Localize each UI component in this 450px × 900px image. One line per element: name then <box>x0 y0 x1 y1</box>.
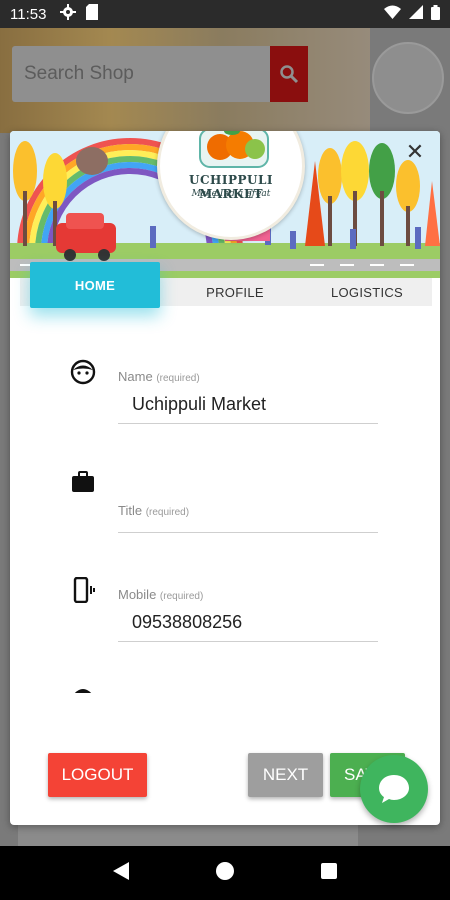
logo-tagline: Make India great <box>191 189 271 199</box>
status-bar: 11:53 <box>0 0 450 28</box>
tab-home[interactable]: HOME <box>30 262 160 308</box>
name-hint: (required) <box>156 373 200 384</box>
profile-dialog: ✕ UCHIPPULI MARKET Make India great PROF… <box>10 131 440 825</box>
mobile-underline <box>118 641 378 642</box>
mobile-input[interactable]: 09538808256 <box>132 612 242 633</box>
close-button[interactable]: ✕ <box>404 141 426 163</box>
background-search-button <box>270 46 308 102</box>
phone-icon <box>70 685 98 693</box>
background-search-input: Search Shop <box>12 46 308 102</box>
signal-icon <box>409 5 423 23</box>
tab-profile[interactable]: PROFILE <box>180 278 290 306</box>
settings-icon <box>60 4 77 24</box>
partial-field <box>70 685 380 693</box>
briefcase-icon <box>70 469 98 497</box>
phone-vibrate-icon <box>70 576 98 605</box>
back-icon[interactable] <box>112 861 130 886</box>
battery-icon <box>431 4 440 24</box>
status-time: 11:53 <box>10 5 47 23</box>
mobile-label: Mobile <box>118 587 157 602</box>
background-logo <box>372 42 444 114</box>
face-icon <box>70 359 98 387</box>
next-button[interactable]: NEXT <box>248 753 323 797</box>
navigation-bar <box>0 846 450 900</box>
home-icon[interactable] <box>215 861 235 886</box>
name-input[interactable]: Uchippuli Market <box>132 394 266 415</box>
search-icon <box>280 65 299 84</box>
logout-button[interactable]: LOGOUT <box>48 753 147 797</box>
wifi-icon <box>384 5 401 23</box>
title-label: Title <box>118 503 143 518</box>
chat-bubble-icon <box>379 775 409 803</box>
recents-icon[interactable] <box>320 862 338 885</box>
mobile-hint: (required) <box>159 591 204 602</box>
name-underline <box>118 423 378 424</box>
chat-button[interactable] <box>360 755 428 823</box>
title-underline <box>118 532 378 533</box>
sd-card-icon <box>86 4 99 24</box>
name-label: Name <box>118 369 153 384</box>
tab-logistics[interactable]: LOGISTICS <box>312 278 422 306</box>
title-hint: (required) <box>145 507 190 518</box>
